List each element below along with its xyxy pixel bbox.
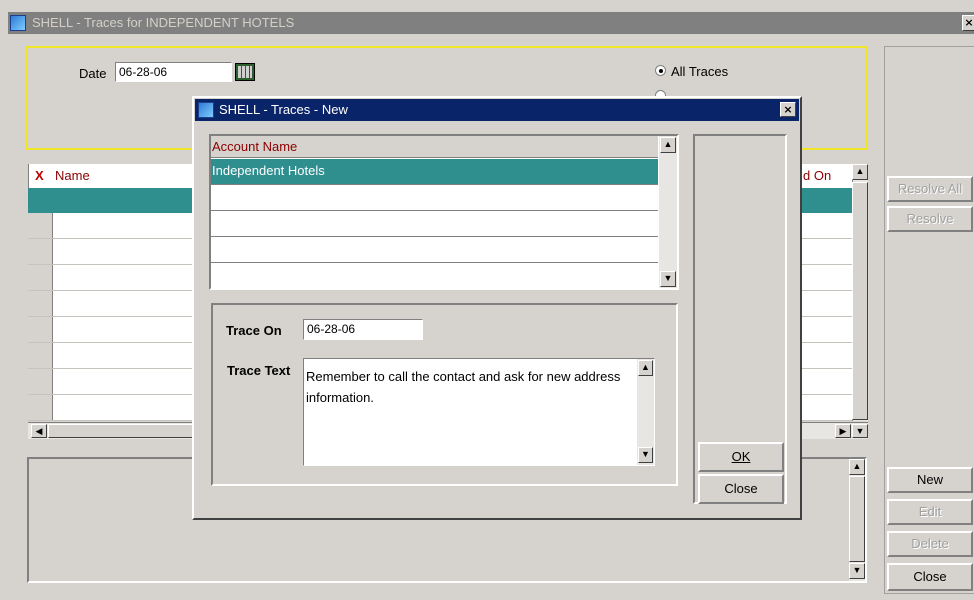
trace-text-area[interactable]: Remember to call the contact and ask for… bbox=[303, 358, 655, 466]
dialog-titlebar: SHELL - Traces - New bbox=[195, 99, 799, 121]
detail-scroll-down-icon[interactable]: ▼ bbox=[849, 563, 865, 579]
ok-button-label: OK bbox=[731, 449, 751, 464]
list-item[interactable] bbox=[211, 263, 658, 288]
account-row-label: Independent Hotels bbox=[212, 163, 325, 178]
parent-titlebar: SHELL - Traces for INDEPENDENT HOTELS bbox=[8, 12, 974, 34]
account-name-header: Account Name bbox=[212, 139, 298, 154]
dialog-app-icon bbox=[198, 102, 214, 118]
account-scroll-down-icon[interactable]: ▼ bbox=[660, 271, 676, 287]
list-item[interactable] bbox=[211, 237, 658, 263]
detail-scroll-up-icon[interactable]: ▲ bbox=[849, 459, 865, 475]
app-icon bbox=[10, 15, 26, 31]
trace-text-scroll-down-icon[interactable]: ▼ bbox=[638, 447, 653, 463]
list-item[interactable] bbox=[211, 185, 658, 211]
trace-text-label: Trace Text bbox=[227, 363, 291, 378]
delete-col-marker: X bbox=[35, 168, 44, 183]
grid-scroll-right-icon[interactable]: ▶ bbox=[835, 424, 851, 438]
account-scroll-up-icon[interactable]: ▲ bbox=[660, 137, 676, 153]
parent-title: SHELL - Traces for INDEPENDENT HOTELS bbox=[32, 15, 295, 30]
close-button[interactable]: Close bbox=[887, 563, 973, 591]
account-list-scrollbar[interactable] bbox=[659, 136, 677, 288]
grid-header-resolved-on: d On bbox=[803, 168, 832, 183]
trace-text-content: Remember to call the contact and ask for… bbox=[306, 369, 621, 405]
resolve-all-button[interactable]: Resolve All bbox=[887, 176, 973, 202]
radio-all-traces[interactable] bbox=[655, 65, 666, 76]
trace-text-scroll-up-icon[interactable]: ▲ bbox=[638, 360, 653, 376]
list-item[interactable] bbox=[211, 211, 658, 237]
dialog-close-icon[interactable]: × bbox=[780, 102, 796, 117]
dialog-close-button[interactable]: Close bbox=[698, 474, 784, 504]
date-label: Date bbox=[79, 66, 107, 81]
calendar-icon[interactable] bbox=[235, 63, 255, 81]
grid-hscroll-thumb[interactable] bbox=[48, 424, 198, 438]
date-input[interactable]: 06-28-06 bbox=[115, 62, 232, 82]
trace-on-label: Trace On bbox=[226, 323, 282, 338]
trace-on-input[interactable]: 06-28-06 bbox=[303, 319, 423, 340]
resolve-button[interactable]: Resolve bbox=[887, 206, 973, 232]
radio-all-traces-label: All Traces bbox=[671, 64, 729, 79]
new-button[interactable]: New bbox=[887, 467, 973, 493]
grid-scroll-down-icon[interactable]: ▼ bbox=[852, 424, 868, 438]
account-row-selected[interactable]: Independent Hotels bbox=[211, 159, 658, 185]
edit-button[interactable]: Edit bbox=[887, 499, 973, 525]
detail-scroll-thumb[interactable] bbox=[849, 476, 865, 562]
grid-header-name: Name bbox=[55, 168, 90, 183]
grid-scroll-up-icon[interactable]: ▲ bbox=[852, 164, 868, 180]
grid-scroll-thumb[interactable] bbox=[852, 182, 868, 420]
parent-close-icon[interactable]: × bbox=[962, 15, 974, 31]
dialog-close-button-label: Close bbox=[724, 481, 758, 496]
dialog-title: SHELL - Traces - New bbox=[219, 102, 348, 117]
delete-button[interactable]: Delete bbox=[887, 531, 973, 557]
ok-button[interactable]: OK bbox=[698, 442, 784, 472]
grid-scroll-left-icon[interactable]: ◀ bbox=[31, 424, 47, 438]
